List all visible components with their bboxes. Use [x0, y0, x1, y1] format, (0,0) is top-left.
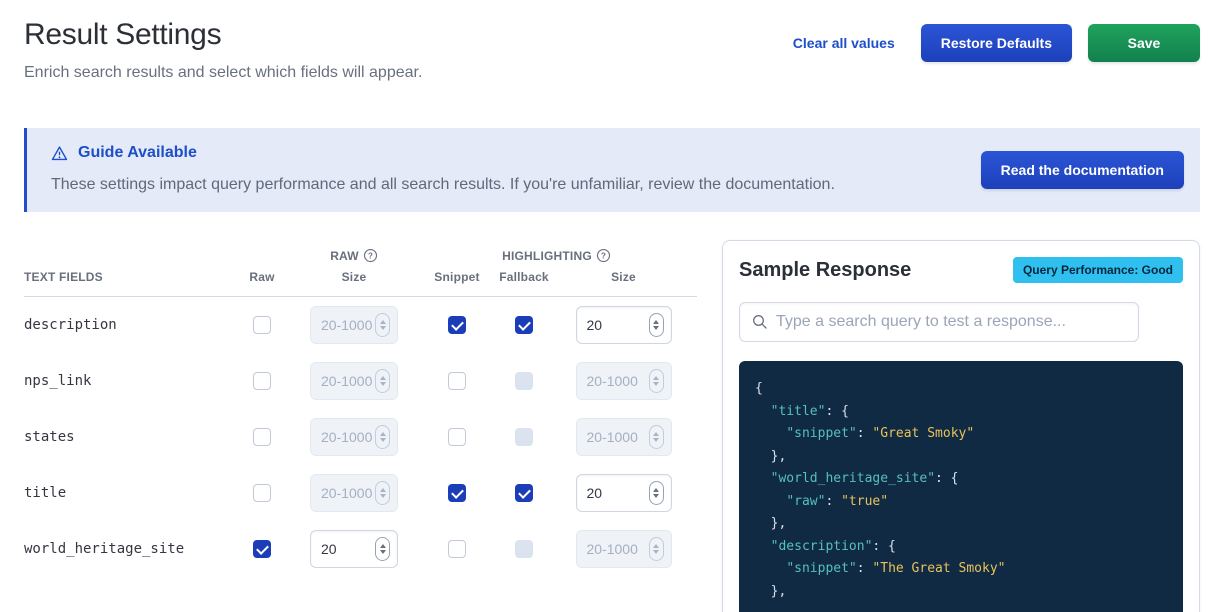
- col-raw: Raw: [249, 270, 274, 284]
- guide-callout: Guide Available These settings impact qu…: [24, 128, 1200, 212]
- number-stepper[interactable]: [375, 481, 390, 505]
- callout-body: These settings impact query performance …: [51, 174, 990, 196]
- raw-size-value[interactable]: [321, 373, 375, 389]
- highlighting-group-header: HIGHLIGHTING ?: [416, 248, 697, 263]
- fallback-checkbox[interactable]: [515, 428, 533, 446]
- table-row: description: [24, 297, 697, 353]
- number-stepper[interactable]: [649, 425, 664, 449]
- col-text-fields: TEXT FIELDS: [24, 270, 232, 284]
- main-content: RAW ? HIGHLIGHTING ? TEXT FIELDS Raw: [24, 240, 1200, 612]
- snippet-checkbox[interactable]: [448, 484, 466, 502]
- number-stepper[interactable]: [375, 425, 390, 449]
- sample-query-searchbox: [739, 302, 1139, 342]
- warning-triangle-icon: [51, 145, 68, 162]
- query-performance-badge: Query Performance: Good: [1013, 257, 1183, 283]
- fallback-checkbox[interactable]: [515, 316, 533, 334]
- page-header: Result Settings Enrich search results an…: [24, 16, 1200, 84]
- highlight-size-value[interactable]: [587, 373, 649, 389]
- number-stepper[interactable]: [649, 369, 664, 393]
- sample-query-input[interactable]: [776, 313, 1126, 331]
- highlighting-group-label: HIGHLIGHTING: [502, 249, 592, 263]
- page-title: Result Settings: [24, 16, 422, 54]
- read-documentation-button[interactable]: Read the documentation: [981, 151, 1184, 189]
- raw-checkbox[interactable]: [253, 484, 271, 502]
- snippet-checkbox[interactable]: [448, 540, 466, 558]
- fields-table-body: description nps_link states title world_…: [24, 297, 697, 577]
- field-name: description: [24, 317, 232, 333]
- svg-text:?: ?: [601, 252, 606, 261]
- header-actions: Clear all values Restore Defaults Save: [793, 24, 1200, 62]
- restore-defaults-button[interactable]: Restore Defaults: [921, 24, 1072, 62]
- number-stepper[interactable]: [375, 313, 390, 337]
- callout-title: Guide Available: [78, 142, 197, 164]
- snippet-checkbox[interactable]: [448, 428, 466, 446]
- table-row: world_heritage_site: [24, 521, 697, 577]
- col-snippet: Snippet: [434, 270, 479, 284]
- fields-table: RAW ? HIGHLIGHTING ? TEXT FIELDS Raw: [24, 240, 697, 577]
- highlight-size-input: [576, 530, 672, 568]
- sample-response-title: Sample Response: [739, 259, 911, 282]
- col-raw-size: Size: [342, 270, 367, 284]
- raw-group-header: RAW ?: [292, 248, 416, 263]
- raw-checkbox[interactable]: [253, 372, 271, 390]
- raw-checkbox[interactable]: [253, 428, 271, 446]
- sample-response-header: Sample Response Query Performance: Good: [739, 257, 1183, 283]
- number-stepper[interactable]: [649, 481, 664, 505]
- col-highlight-size: Size: [611, 270, 636, 284]
- highlight-size-input: [576, 418, 672, 456]
- raw-size-value[interactable]: [321, 541, 375, 557]
- highlight-size-input: [576, 362, 672, 400]
- highlight-size-value[interactable]: [587, 429, 649, 445]
- raw-checkbox[interactable]: [253, 316, 271, 334]
- table-row: nps_link: [24, 353, 697, 409]
- table-row: title: [24, 465, 697, 521]
- highlight-size-value[interactable]: [587, 485, 649, 501]
- field-name: title: [24, 485, 232, 501]
- table-column-headers: TEXT FIELDS Raw Size Snippet Fallback Si…: [24, 270, 697, 297]
- svg-text:?: ?: [368, 252, 373, 261]
- question-circle-icon[interactable]: ?: [596, 248, 611, 263]
- raw-size-value[interactable]: [321, 429, 375, 445]
- number-stepper[interactable]: [649, 537, 664, 561]
- raw-size-value[interactable]: [321, 317, 375, 333]
- raw-checkbox[interactable]: [253, 540, 271, 558]
- number-stepper[interactable]: [649, 313, 664, 337]
- field-name: states: [24, 429, 232, 445]
- result-settings-page: Result Settings Enrich search results an…: [0, 0, 1224, 612]
- page-title-block: Result Settings Enrich search results an…: [24, 16, 422, 84]
- table-group-headers: RAW ? HIGHLIGHTING ?: [24, 248, 697, 263]
- highlight-size-input: [576, 306, 672, 344]
- page-subtitle: Enrich search results and select which f…: [24, 62, 422, 84]
- clear-all-values-link[interactable]: Clear all values: [793, 35, 895, 51]
- raw-size-input: [310, 362, 398, 400]
- highlight-size-value[interactable]: [587, 541, 649, 557]
- raw-size-value[interactable]: [321, 485, 375, 501]
- col-fallback: Fallback: [499, 270, 549, 284]
- highlight-size-input: [576, 474, 672, 512]
- raw-size-input: [310, 418, 398, 456]
- snippet-checkbox[interactable]: [448, 316, 466, 334]
- raw-size-input: [310, 530, 398, 568]
- field-name: world_heritage_site: [24, 541, 232, 557]
- number-stepper[interactable]: [375, 369, 390, 393]
- number-stepper[interactable]: [375, 537, 390, 561]
- save-button[interactable]: Save: [1088, 24, 1200, 62]
- search-icon: [752, 314, 768, 330]
- question-circle-icon[interactable]: ?: [363, 248, 378, 263]
- fallback-checkbox[interactable]: [515, 540, 533, 558]
- fallback-checkbox[interactable]: [515, 372, 533, 390]
- callout-title-row: Guide Available: [51, 142, 990, 164]
- raw-size-input: [310, 474, 398, 512]
- code-block: { "title": { "snippet": "Great Smoky" },…: [739, 361, 1183, 612]
- table-row: states: [24, 409, 697, 465]
- fallback-checkbox[interactable]: [515, 484, 533, 502]
- highlight-size-value[interactable]: [587, 317, 649, 333]
- snippet-checkbox[interactable]: [448, 372, 466, 390]
- raw-size-input: [310, 306, 398, 344]
- field-name: nps_link: [24, 373, 232, 389]
- raw-group-label: RAW: [330, 249, 359, 263]
- sample-response-card: Sample Response Query Performance: Good …: [722, 240, 1200, 612]
